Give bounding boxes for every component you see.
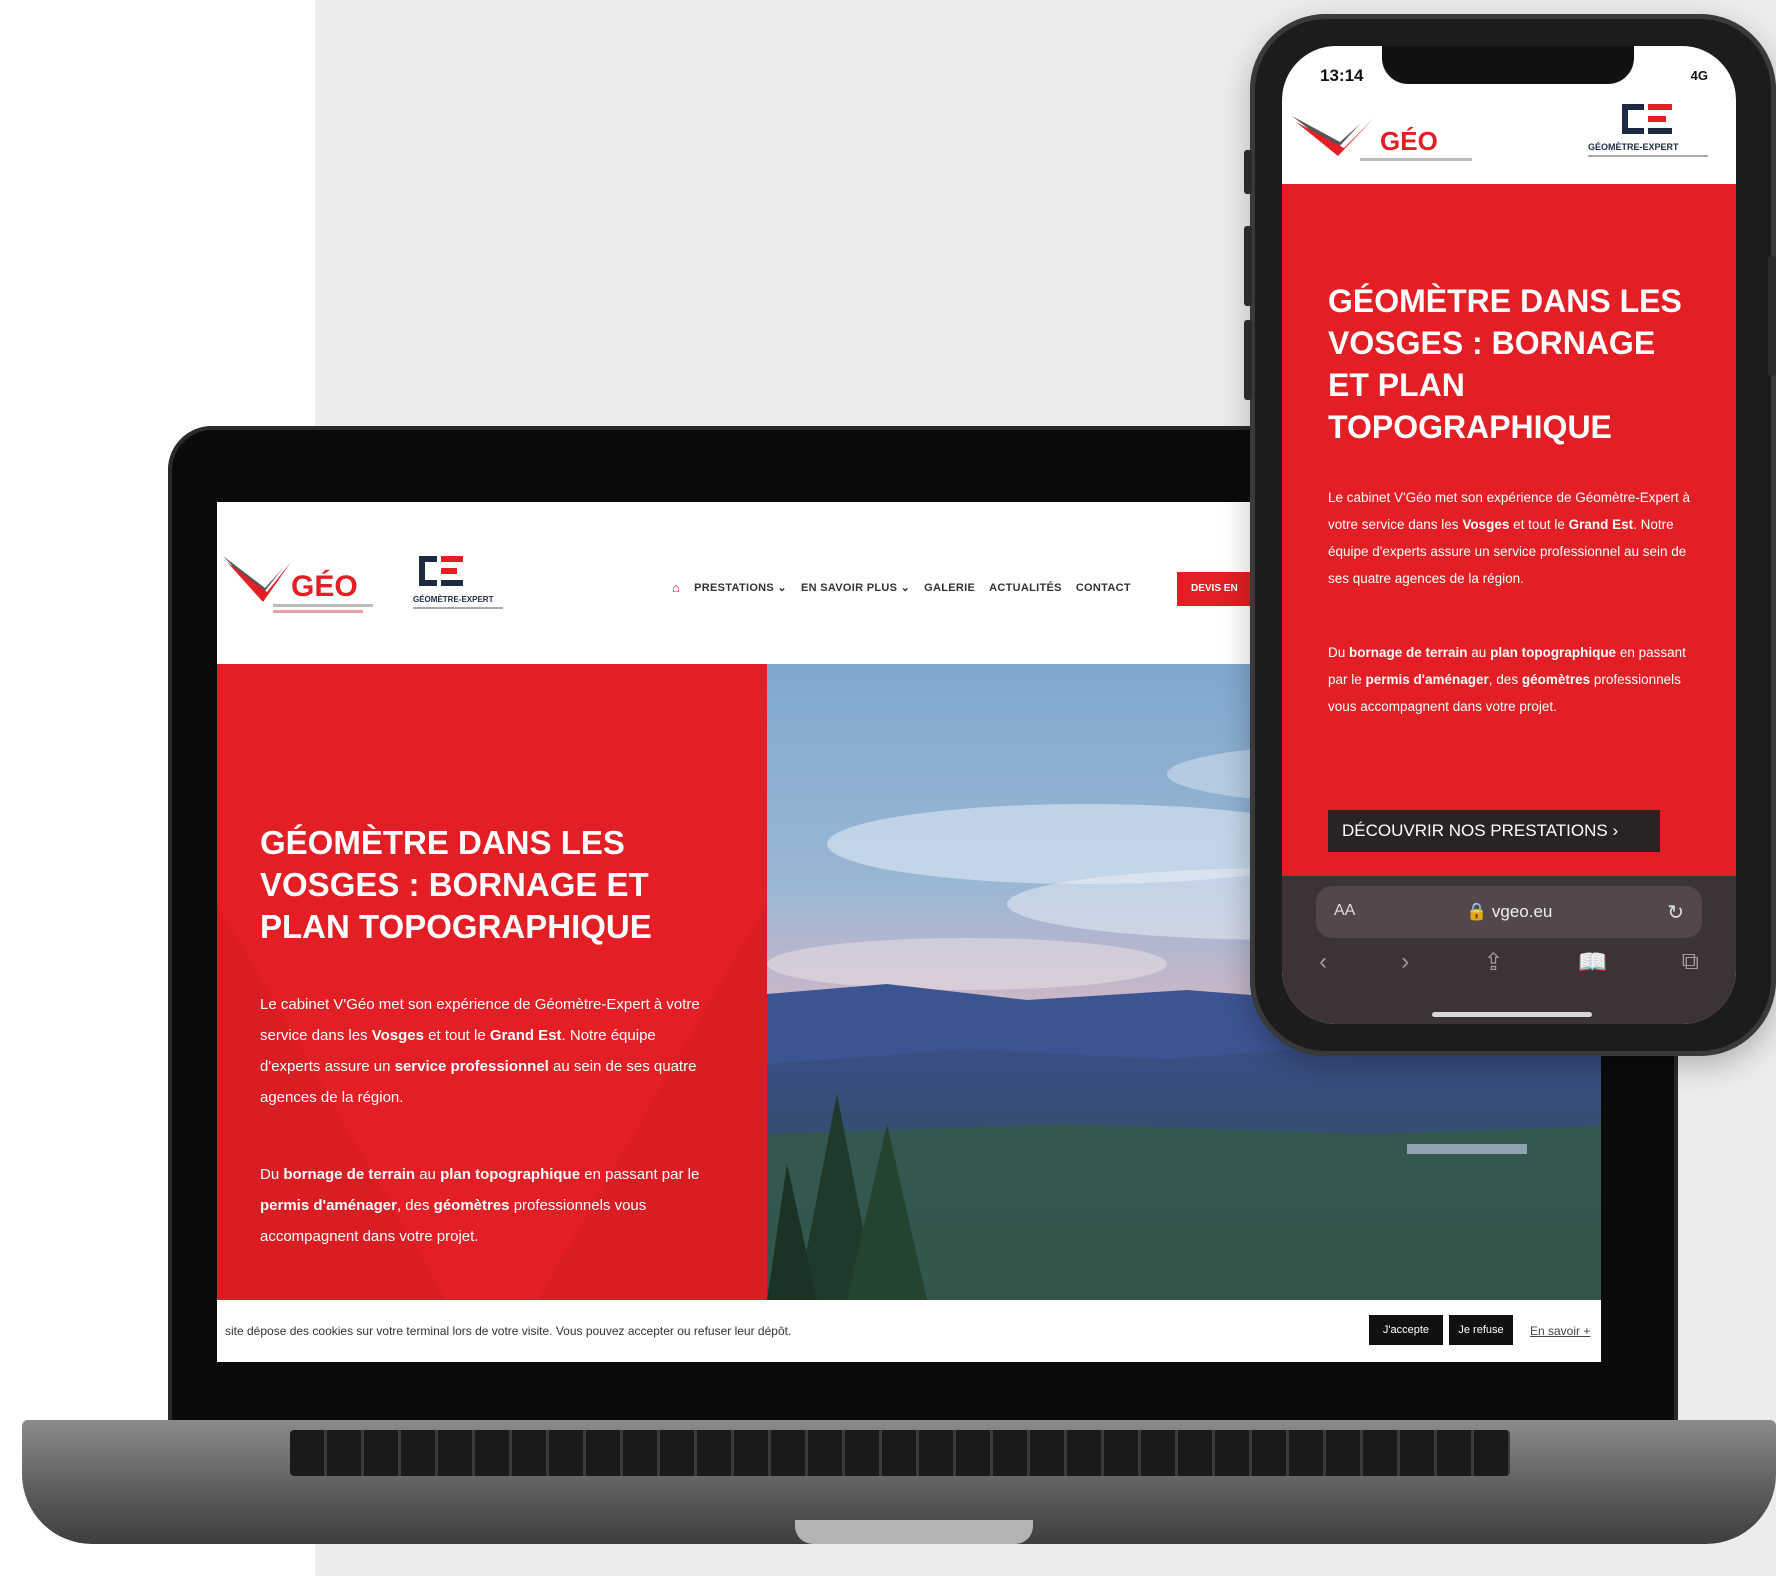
chevron-down-icon: ⌄ (900, 582, 911, 594)
home-icon[interactable]: ⌂ (672, 580, 680, 595)
bookmarks-icon[interactable]: 📖 (1578, 948, 1608, 977)
hero-paragraph-1: Le cabinet V'Géo met son expérience de G… (260, 996, 700, 1106)
phone-notch (1382, 46, 1634, 84)
cookie-refuse-button[interactable]: Je refuse (1449, 1315, 1513, 1345)
mobile-hero-paragraph-2: Du bornage de terrain au plan topographi… (1328, 645, 1686, 714)
phone-side-button (1244, 150, 1252, 194)
mobile-hero-panel: GÉOMÈTRE DANS LES VOSGES : BORNAGE ET PL… (1282, 184, 1736, 876)
phone-side-button (1244, 226, 1252, 306)
ge-caption: GÉOMÈTRE-EXPERT (413, 595, 494, 604)
url-bar[interactable]: AA 🔒 vgeo.eu ↻ (1316, 886, 1702, 938)
hero-panel: GÉOMÈTRE DANS LES VOSGES : BORNAGE ET PL… (217, 664, 767, 1300)
vgeo-logo-text: GÉO (291, 569, 358, 603)
text-size-icon[interactable]: AA (1334, 902, 1355, 920)
vgeo-logo[interactable]: GÉO (221, 548, 389, 628)
share-icon[interactable]: ⇪ (1483, 948, 1503, 977)
status-time: 13:14 (1320, 66, 1364, 85)
cookie-more-link[interactable]: En savoir + (1530, 1324, 1590, 1338)
back-icon[interactable]: ‹ (1319, 948, 1327, 977)
nav-prestations[interactable]: PRESTATIONS ⌄ (694, 581, 787, 594)
phone-screen: 13:14 4G GÉO GÉOMÈTRE-EXPERT GÉOMÈTRE DA… (1282, 46, 1736, 1024)
hero-title: GÉOMÈTRE DANS LES VOSGES : BORNAGE ET PL… (260, 824, 652, 945)
nav-galerie[interactable]: GALERIE (924, 582, 975, 594)
cookie-text: site dépose des cookies sur votre termin… (225, 1324, 792, 1338)
reload-icon[interactable]: ↻ (1667, 900, 1684, 925)
nav-en-savoir-plus[interactable]: EN SAVOIR PLUS ⌄ (801, 581, 910, 594)
home-indicator (1432, 1012, 1592, 1017)
phone-side-button (1768, 256, 1776, 376)
nav-actualites[interactable]: ACTUALITÉS (989, 582, 1062, 594)
nav-contact[interactable]: CONTACT (1076, 582, 1131, 594)
forward-icon[interactable]: › (1401, 948, 1409, 977)
geometre-expert-logo: GÉOMÈTRE-EXPERT (1588, 104, 1708, 157)
discover-services-button[interactable]: DÉCOUVRIR NOS PRESTATIONS › (1328, 810, 1660, 852)
status-indicators: 4G (1690, 68, 1708, 83)
geometre-expert-logo: GÉOMÈTRE-EXPERT (413, 556, 503, 609)
laptop-notch (795, 1520, 1033, 1544)
cookie-accept-button[interactable]: J'accepte (1369, 1315, 1443, 1345)
chevron-down-icon: ⌄ (777, 582, 787, 594)
laptop-keyboard (290, 1430, 1510, 1476)
ge-caption: GÉOMÈTRE-EXPERT (1588, 142, 1679, 152)
vgeo-logo[interactable]: GÉO (1290, 106, 1490, 176)
url-text[interactable]: 🔒 vgeo.eu (1466, 902, 1552, 922)
mobile-hero-title: GÉOMÈTRE DANS LES VOSGES : BORNAGE ET PL… (1328, 283, 1682, 445)
vgeo-logo-text: GÉO (1380, 126, 1438, 156)
hero-paragraph-2: Du bornage de terrain au plan topographi… (260, 1166, 700, 1245)
mobile-hero-paragraph-1: Le cabinet V'Géo met son expérience de G… (1328, 490, 1691, 586)
mobile-browser-bar: AA 🔒 vgeo.eu ↻ ‹ › ⇪ 📖 ⧉ (1282, 876, 1736, 1024)
tabs-icon[interactable]: ⧉ (1682, 948, 1699, 977)
phone-side-button (1244, 320, 1252, 400)
main-nav: ⌂ PRESTATIONS ⌄ EN SAVOIR PLUS ⌄ GALERIE… (672, 580, 1131, 595)
browser-toolbar: ‹ › ⇪ 📖 ⧉ (1282, 948, 1736, 977)
cookie-banner: site dépose des cookies sur votre termin… (217, 1300, 1601, 1362)
